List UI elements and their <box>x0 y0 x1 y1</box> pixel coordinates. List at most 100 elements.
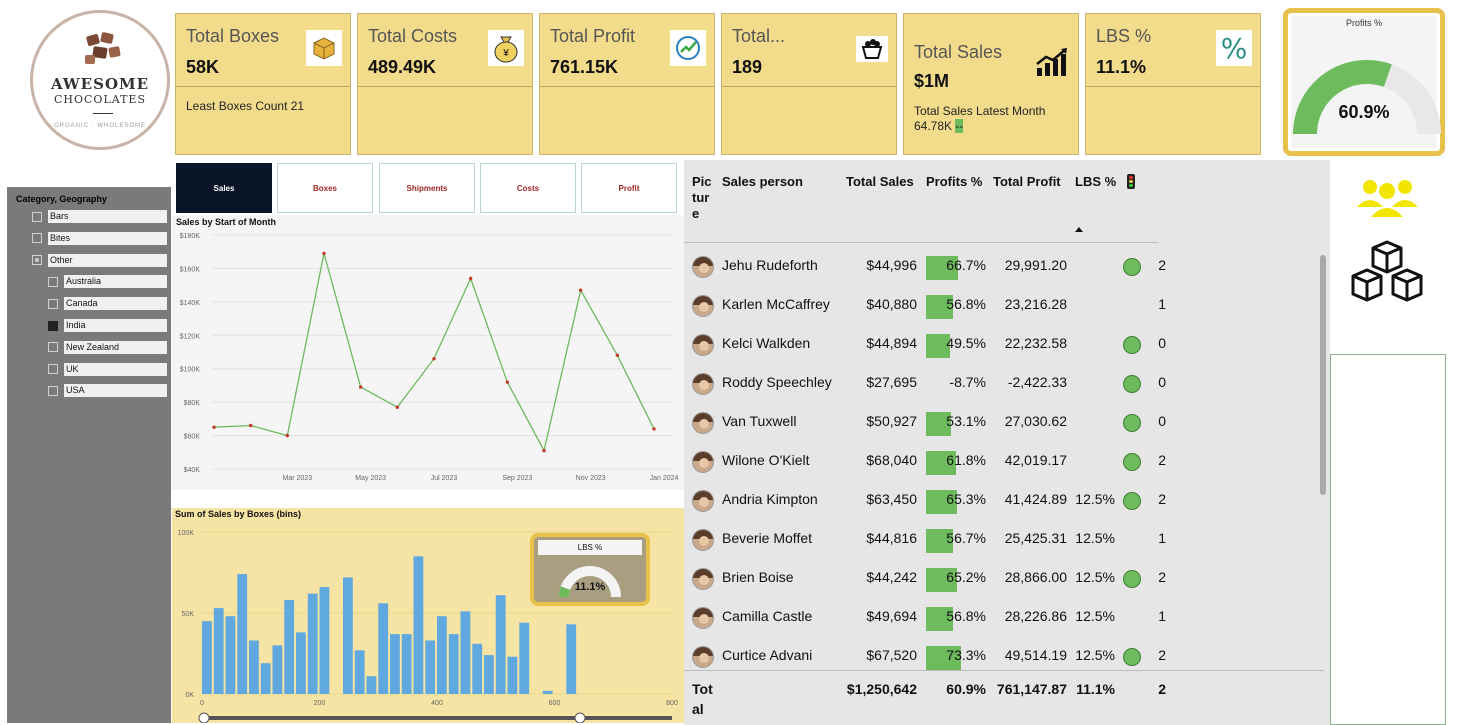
checkbox[interactable] <box>48 298 58 309</box>
data-point[interactable] <box>652 427 656 431</box>
tab-shipments[interactable]: Shipments <box>379 163 475 213</box>
profits-gauge: Profits % 60.9% <box>1283 8 1445 156</box>
data-point[interactable] <box>578 288 583 292</box>
bar[interactable] <box>307 593 318 694</box>
table-row[interactable]: Brien Boise $44,242 65.2% 28,866.00 12.5% 2 <box>684 560 1324 599</box>
data-point[interactable] <box>615 353 620 357</box>
sort-ascending-icon[interactable] <box>1075 227 1083 232</box>
table-row[interactable]: Kelci Walkden $44,894 49.5% 22,232.58 0 <box>684 326 1324 365</box>
bar[interactable] <box>519 622 530 694</box>
table-row[interactable]: Roddy Speechley $27,695 -8.7% -2,422.33 0 <box>684 365 1324 404</box>
data-point[interactable] <box>212 425 216 429</box>
avatar <box>692 568 714 590</box>
table-row[interactable]: Karlen McCaffrey $40,880 56.8% 23,216.28 1 <box>684 287 1324 326</box>
bar[interactable] <box>296 632 306 694</box>
checkbox[interactable] <box>48 385 58 396</box>
chocolate-pieces-icon <box>85 32 121 64</box>
data-point[interactable] <box>285 433 290 438</box>
slicer-item-usa[interactable]: USA <box>48 384 167 398</box>
tab-profit[interactable]: Profit <box>581 163 677 213</box>
bar[interactable] <box>566 624 577 694</box>
count-cell: 2 <box>1158 257 1166 273</box>
bar[interactable] <box>272 645 283 694</box>
bar[interactable] <box>437 616 447 694</box>
avatar <box>692 529 714 551</box>
slicer-item-new-zealand[interactable]: New Zealand <box>48 340 167 354</box>
bar[interactable] <box>460 611 471 694</box>
slicer-item-bites[interactable]: Bites <box>32 231 167 245</box>
kpi-subtitle: Total Sales Latest Month <box>914 104 1046 118</box>
table-row[interactable]: Van Tuxwell $50,927 53.1% 27,030.62 0 <box>684 404 1324 443</box>
bar[interactable] <box>390 634 400 694</box>
table-row[interactable]: Wilone O'Kielt $68,040 61.8% 42,019.17 2 <box>684 443 1324 482</box>
y-tick-label: $40K <box>184 467 201 474</box>
col-profits-pct[interactable]: Profits % <box>926 174 982 189</box>
bar[interactable] <box>425 640 436 695</box>
checkbox[interactable] <box>32 211 42 222</box>
bar[interactable] <box>354 650 365 694</box>
range-slider-start-handle[interactable] <box>198 712 210 723</box>
data-point[interactable] <box>322 251 326 256</box>
table-row[interactable]: Jehu Rudeforth $44,996 66.7% 29,991.20 2 <box>684 248 1324 287</box>
col-lbs-pct[interactable]: LBS % <box>1075 174 1116 189</box>
bar[interactable] <box>507 656 518 694</box>
sales-by-month-chart: Sales by Start of Month $40K $60K $80K $100… <box>172 215 684 490</box>
checkbox[interactable] <box>48 276 58 287</box>
col-picture[interactable]: Pic tur e <box>692 174 720 222</box>
bar[interactable] <box>260 663 271 694</box>
bar[interactable] <box>484 655 494 694</box>
table-row[interactable]: Beverie Moffet $44,816 56.7% 25,425.31 12.5%… <box>684 521 1324 560</box>
y-tick-label: 100K <box>178 530 195 537</box>
data-point[interactable] <box>358 385 363 389</box>
table-row[interactable]: Andria Kimpton $63,450 65.3% 41,424.89 12.5%… <box>684 482 1324 521</box>
bar[interactable] <box>237 574 248 694</box>
avatar <box>692 412 714 434</box>
bar[interactable] <box>448 634 459 694</box>
slicer-item-other[interactable]: Other <box>32 253 167 267</box>
table-row[interactable]: Camilla Castle $49,694 56.8% 28,226.86 12.5%… <box>684 599 1324 638</box>
bar[interactable] <box>495 595 506 694</box>
bar[interactable] <box>366 676 377 694</box>
total-sales-cell: $44,816 <box>866 530 917 546</box>
tab-boxes[interactable]: Boxes <box>277 163 373 213</box>
bar[interactable] <box>401 634 412 694</box>
table-scrollbar[interactable] <box>1320 255 1326 495</box>
slicer-item-uk[interactable]: UK <box>48 362 167 376</box>
bar[interactable] <box>378 603 389 694</box>
data-point[interactable] <box>395 405 400 409</box>
data-point[interactable] <box>432 357 436 361</box>
bar[interactable] <box>319 587 330 694</box>
data-point[interactable] <box>542 448 546 453</box>
checkbox[interactable] <box>48 342 58 353</box>
bar[interactable] <box>249 640 259 695</box>
data-point[interactable] <box>248 423 253 428</box>
bar[interactable] <box>542 690 553 694</box>
bar[interactable] <box>202 621 212 694</box>
bar[interactable] <box>213 608 224 694</box>
col-total-sales[interactable]: Total Sales <box>846 174 914 189</box>
data-point[interactable] <box>505 380 510 384</box>
checkbox[interactable] <box>48 320 58 331</box>
range-slider-end-handle[interactable] <box>574 712 586 723</box>
slicer-item-canada[interactable]: Canada <box>48 297 167 311</box>
slicer-item-bars[interactable]: Bars <box>32 210 167 223</box>
checkbox[interactable] <box>32 233 42 244</box>
sales-person-name: Wilone O'Kielt <box>722 452 810 468</box>
col-total-profit[interactable]: Total Profit <box>993 174 1061 189</box>
bar[interactable] <box>284 600 295 694</box>
col-sales-person[interactable]: Sales person <box>722 174 803 189</box>
tab-sales[interactable]: Sales <box>176 163 272 213</box>
total-label: Tot al <box>692 681 713 717</box>
percent-icon: % <box>1216 30 1252 66</box>
bar[interactable] <box>343 577 353 694</box>
checkbox[interactable] <box>32 255 42 266</box>
data-point[interactable] <box>468 276 473 281</box>
tab-costs[interactable]: Costs <box>480 163 576 213</box>
slicer-item-australia[interactable]: Australia <box>48 275 167 289</box>
bar[interactable] <box>413 556 424 694</box>
bar[interactable] <box>472 643 483 694</box>
checkbox[interactable] <box>48 364 58 375</box>
slicer-item-india[interactable]: India <box>48 319 167 332</box>
count-cell: 2 <box>1158 491 1166 507</box>
bar[interactable] <box>225 616 236 694</box>
